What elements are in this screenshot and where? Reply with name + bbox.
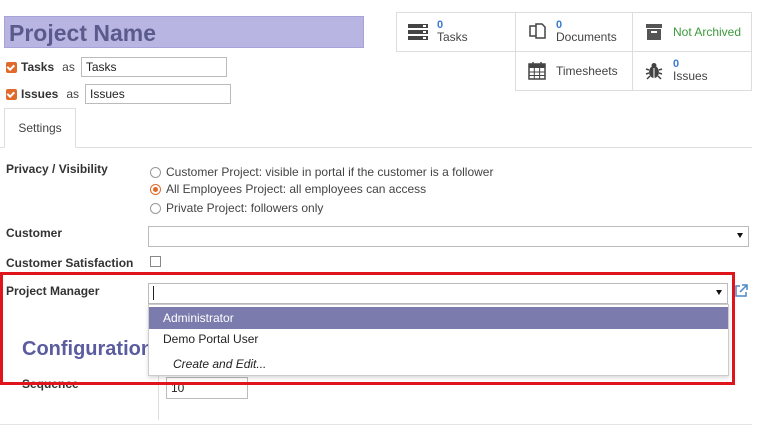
tasks-list-icon [405, 23, 431, 41]
documents-icon [524, 22, 550, 42]
privacy-visibility-label: Privacy / Visibility [6, 162, 108, 176]
bottom-divider [0, 424, 752, 425]
calendar-icon [524, 61, 550, 81]
bug-icon [641, 61, 667, 81]
documents-stat-label: Documents [556, 30, 617, 44]
archive-stat-label: Not Archived [673, 25, 742, 39]
radio-label: Private Project: followers only [166, 201, 324, 215]
external-link-icon[interactable] [733, 283, 749, 302]
radio-label: All Employees Project: all employees can… [166, 182, 427, 196]
timesheets-stat-button[interactable]: Timesheets [515, 51, 633, 91]
tasks-alias-checkbox[interactable] [6, 61, 17, 73]
project-name-input[interactable]: Project Name [4, 16, 364, 48]
issues-alias-label: Issues [21, 87, 59, 101]
radio-label: Customer Project: visible in portal if t… [166, 165, 494, 179]
issues-stat-label: Issues [673, 69, 708, 83]
chevron-down-icon [716, 290, 722, 295]
archive-box-icon [641, 23, 667, 41]
dropdown-option-demo-portal-user[interactable]: Demo Portal User [149, 328, 728, 350]
tab-divider [0, 147, 752, 148]
radio-all-employees[interactable] [150, 183, 161, 195]
sequence-label: Sequence [22, 377, 79, 391]
project-manager-label: Project Manager [6, 284, 100, 298]
privacy-option-employees[interactable]: All Employees Project: all employees can… [150, 180, 426, 198]
customer-satisfaction-checkbox[interactable] [150, 256, 161, 267]
project-manager-select[interactable] [148, 283, 728, 304]
customer-select[interactable] [148, 226, 749, 247]
customer-label: Customer [6, 226, 63, 240]
configuration-heading: Configuration [22, 338, 154, 360]
project-manager-dropdown: Administrator Demo Portal User Create an… [148, 304, 729, 376]
issues-alias-input[interactable]: Issues [85, 84, 232, 104]
tasks-alias-input[interactable]: Tasks [80, 57, 227, 77]
issues-alias-checkbox[interactable] [6, 88, 17, 100]
privacy-option-private[interactable]: Private Project: followers only [150, 199, 323, 217]
dropdown-create-and-edit[interactable]: Create and Edit... [149, 353, 728, 375]
column-divider [158, 370, 159, 420]
alias-row-tasks: Tasks as Tasks [6, 56, 227, 78]
radio-private-project[interactable] [150, 202, 161, 214]
radio-customer-project[interactable] [150, 166, 161, 178]
tab-settings[interactable]: Settings [4, 108, 76, 148]
chevron-down-icon [737, 233, 743, 238]
issues-stat-button[interactable]: 0 Issues [632, 51, 752, 91]
timesheets-stat-label: Timesheets [556, 63, 618, 78]
sequence-input[interactable]: 10 [166, 377, 248, 399]
privacy-option-customer[interactable]: Customer Project: visible in portal if t… [150, 163, 493, 181]
archive-stat-button[interactable]: Not Archived [632, 12, 752, 52]
dropdown-option-administrator[interactable]: Administrator [149, 307, 728, 329]
text-cursor [153, 286, 154, 300]
as-label: as [62, 60, 75, 74]
documents-stat-button[interactable]: 0 Documents [515, 12, 633, 52]
customer-satisfaction-label: Customer Satisfaction [6, 256, 134, 270]
tasks-stat-button[interactable]: 0 Tasks [396, 12, 516, 52]
tasks-stat-label: Tasks [437, 30, 468, 44]
alias-row-issues: Issues as Issues [6, 83, 232, 105]
as-label: as [66, 87, 80, 101]
tasks-alias-label: Tasks [21, 60, 55, 74]
